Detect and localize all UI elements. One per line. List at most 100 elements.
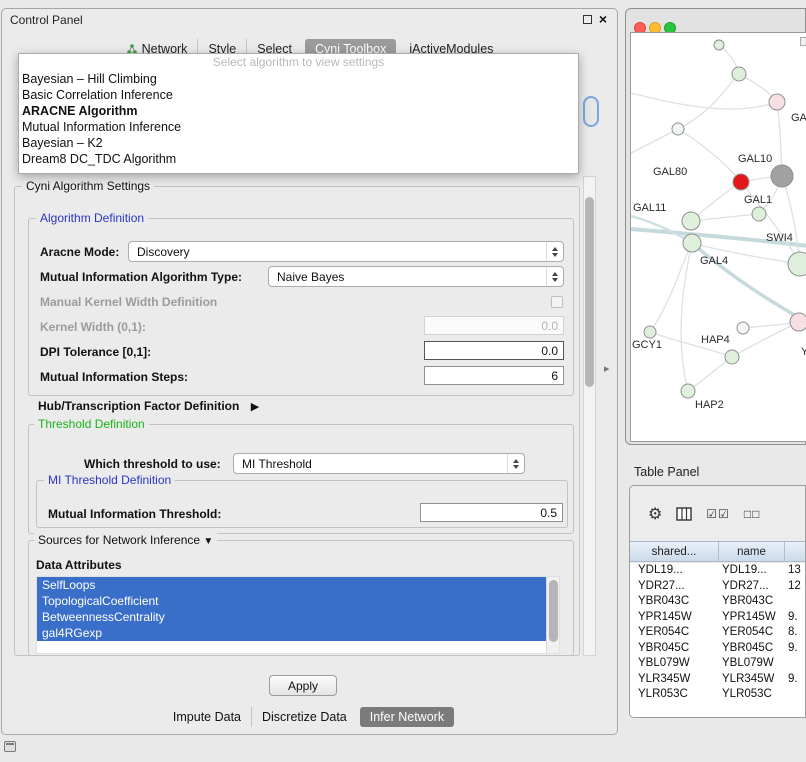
dropdown-item[interactable]: Bayesian – K2 <box>19 135 578 151</box>
network-node[interactable] <box>752 207 766 221</box>
sources-group-header[interactable]: Sources for Network Inference ▼ <box>34 533 217 547</box>
column-header-shared-name[interactable]: shared... <box>630 542 719 561</box>
list-item[interactable]: TopologicalCoefficient <box>37 593 546 609</box>
dropdown-item[interactable]: Mutual Information Inference <box>19 119 578 135</box>
cell[interactable]: YLR345W <box>638 672 690 688</box>
network-node[interactable] <box>790 313 806 331</box>
panel-splitter-arrow[interactable]: ▸ <box>604 362 610 375</box>
expand-right-icon[interactable]: ▶ <box>251 401 259 413</box>
cell[interactable]: YPR145W <box>722 610 776 626</box>
node-label-partial: GAL7 <box>791 112 806 124</box>
manual-kernel-width-checkbox[interactable] <box>551 296 563 308</box>
cell[interactable]: YER054C <box>722 625 773 641</box>
tab-discretize-data[interactable]: Discretize Data <box>251 707 357 727</box>
settings-scrollbar-thumb[interactable] <box>585 197 594 387</box>
table-toolbar: ⚙ ☑☑ □□ <box>630 486 805 541</box>
network-canvas[interactable]: GAL80 GAL10 GAL11 GAL1 SWI4 GAL4 GCY1 HA… <box>630 32 806 442</box>
cell[interactable]: YBR043C <box>722 594 773 610</box>
cell[interactable]: YDL19... <box>722 563 767 579</box>
apply-button[interactable]: Apply <box>269 675 337 696</box>
dpi-tolerance-field[interactable]: 0.0 <box>424 341 564 360</box>
dropdown-item[interactable]: Basic Correlation Inference <box>19 87 578 103</box>
cell[interactable]: YLR053C <box>638 687 688 703</box>
cell[interactable]: YBL079W <box>638 656 690 672</box>
table-row[interactable]: YDL19... YDL19... 13 <box>630 563 806 579</box>
list-item[interactable]: BetweennessCentrality <box>37 609 546 625</box>
select-all-icon[interactable]: ☑☑ <box>706 507 730 521</box>
control-panel-titlebar[interactable]: Control Panel × <box>2 9 617 30</box>
minimized-panel-icon[interactable] <box>4 741 16 752</box>
collapse-down-icon[interactable]: ▼ <box>203 536 213 547</box>
dropdown-item[interactable]: Dream8 DC_TDC Algorithm <box>19 151 578 167</box>
network-node[interactable] <box>672 123 684 135</box>
column-header-partial[interactable] <box>785 542 806 561</box>
tab-infer-network[interactable]: Infer Network <box>360 707 454 727</box>
mi-threshold-value: 0.5 <box>540 506 557 520</box>
column-header-name[interactable]: name <box>719 542 785 561</box>
network-node[interactable] <box>714 40 724 50</box>
cell[interactable]: YDR27... <box>722 579 769 595</box>
list-item[interactable]: SelfLoops <box>37 577 546 593</box>
table-row[interactable]: YBL079W YBL079W <box>630 656 806 672</box>
cell[interactable]: 9. <box>788 672 798 688</box>
cell[interactable]: YDL19... <box>638 563 683 579</box>
which-threshold-select[interactable]: MI Threshold <box>233 453 525 474</box>
table-row[interactable]: YBR045C YBR045C 9. <box>630 641 806 657</box>
network-node[interactable] <box>732 67 746 81</box>
mi-threshold-field[interactable]: 0.5 <box>420 503 563 522</box>
list-item[interactable]: gal4RGexp <box>37 625 546 641</box>
settings-scrollbar-track[interactable] <box>583 176 596 656</box>
dropdown-item-selected[interactable]: ARACNE Algorithm <box>19 103 578 119</box>
network-node-selected[interactable] <box>733 174 749 190</box>
network-node[interactable] <box>681 384 695 398</box>
cell[interactable]: YLR345W <box>722 672 774 688</box>
cell[interactable]: 8. <box>788 625 798 641</box>
table-row[interactable]: YPR145W YPR145W 9. <box>630 610 806 626</box>
network-node[interactable] <box>737 322 749 334</box>
cell[interactable]: YBR043C <box>638 594 689 610</box>
cell[interactable]: 13 <box>788 563 801 579</box>
cell[interactable]: YDR27... <box>638 579 685 595</box>
aracne-mode-select[interactable]: Discovery <box>128 241 564 262</box>
float-window-icon[interactable] <box>583 15 592 24</box>
table-row[interactable]: YLR345W YLR345W 9. <box>630 672 806 688</box>
cell[interactable]: 9. <box>788 610 798 626</box>
mi-algorithm-type-select[interactable]: Naive Bayes <box>268 266 564 287</box>
cell[interactable]: YLR053C <box>722 687 772 703</box>
cell[interactable]: 9. <box>788 641 798 657</box>
deselect-all-icon[interactable]: □□ <box>744 507 761 521</box>
attributes-scrollbar-track[interactable] <box>546 577 559 654</box>
cell[interactable]: YBR045C <box>638 641 689 657</box>
tab-impute-data[interactable]: Impute Data <box>163 707 251 727</box>
node-label: GAL4 <box>700 255 728 267</box>
hub-definition-expander[interactable]: Hub/Transcription Factor Definition ▶ <box>38 399 259 413</box>
cell[interactable]: 12 <box>788 579 801 595</box>
network-node[interactable] <box>683 234 701 252</box>
table-row[interactable]: YLR053C YLR053C <box>630 687 806 703</box>
hub-definition-label: Hub/Transcription Factor Definition <box>38 399 239 413</box>
table-panel-title: Table Panel <box>634 465 699 479</box>
cell[interactable]: YER054C <box>638 625 689 641</box>
mi-steps-field[interactable]: 6 <box>424 366 564 385</box>
cell[interactable]: YPR145W <box>638 610 692 626</box>
table-row[interactable]: YER054C YER054C 8. <box>630 625 806 641</box>
table-row[interactable]: YBR043C YBR043C <box>630 594 806 610</box>
cell[interactable]: YBL079W <box>722 656 774 672</box>
cell[interactable]: YBR045C <box>722 641 773 657</box>
dropdown-item[interactable]: Bayesian – Hill Climbing <box>19 71 578 87</box>
network-node[interactable] <box>769 94 785 110</box>
canvas-scroll-corner[interactable] <box>800 37 806 46</box>
gear-icon[interactable]: ⚙ <box>648 504 662 524</box>
aracne-mode-label: Aracne Mode: <box>40 245 119 259</box>
table-row[interactable]: YDR27... YDR27... 12 <box>630 579 806 595</box>
network-node[interactable] <box>725 350 739 364</box>
show-columns-icon[interactable] <box>676 507 692 521</box>
network-node[interactable] <box>644 326 656 338</box>
table-body: YDL19... YDL19... 13 YDR27... YDR27... 12 YB… <box>630 563 806 718</box>
network-node[interactable] <box>771 165 793 187</box>
close-icon[interactable]: × <box>599 12 607 26</box>
attributes-scrollbar-thumb[interactable] <box>549 580 558 642</box>
manual-kernel-width-label: Manual Kernel Width Definition <box>40 295 217 309</box>
network-node[interactable] <box>682 212 700 230</box>
network-node[interactable] <box>788 252 806 276</box>
